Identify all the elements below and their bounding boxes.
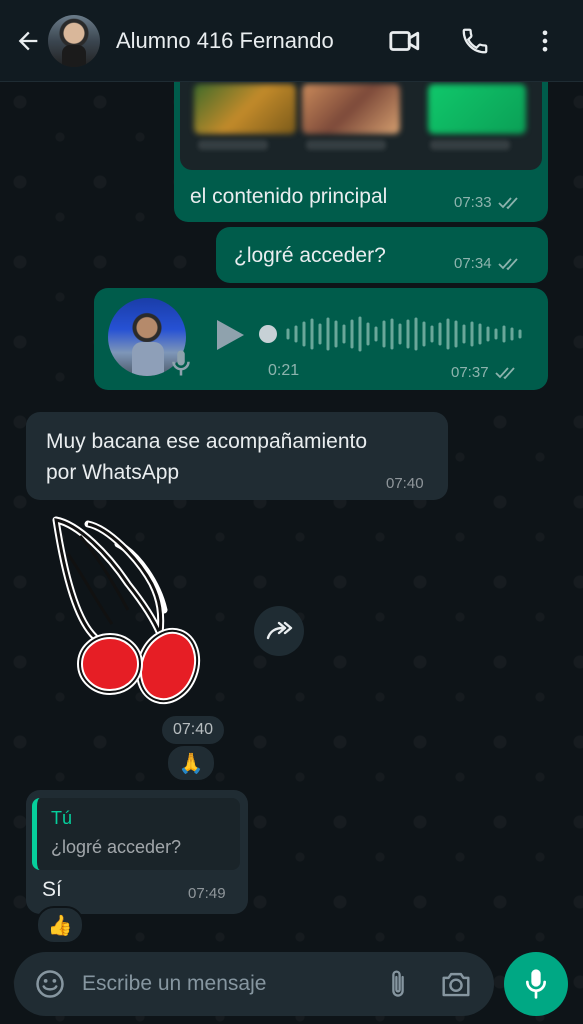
sticker-time-badge: 07:40 bbox=[160, 714, 226, 746]
contact-name[interactable]: Alumno 416 Fernando bbox=[116, 28, 381, 54]
contact-avatar[interactable] bbox=[48, 14, 100, 67]
reaction-emoji: 👍 bbox=[47, 914, 73, 937]
video-call-icon[interactable] bbox=[381, 17, 429, 65]
message-time: 07:49 bbox=[188, 885, 226, 902]
voice-record-button[interactable] bbox=[504, 952, 568, 1016]
quoted-author: Tú bbox=[51, 808, 73, 828]
back-arrow-icon[interactable] bbox=[8, 21, 48, 61]
attach-icon[interactable] bbox=[378, 964, 418, 1004]
message-text-line: Muy bacana ese acompañamiento bbox=[46, 430, 368, 453]
message-time: 07:40 bbox=[172, 721, 214, 738]
reaction-emoji: 🙏 bbox=[178, 752, 204, 775]
message-meta: 07:34 bbox=[454, 255, 522, 272]
message-text-line: por WhatsApp bbox=[46, 461, 180, 484]
double-check-icon bbox=[494, 366, 515, 379]
message-input[interactable] bbox=[82, 964, 378, 1004]
audio-waveform[interactable] bbox=[258, 316, 528, 352]
message-meta: 07:33 bbox=[454, 194, 522, 211]
reaction-badge[interactable]: 👍 bbox=[36, 906, 84, 944]
mic-icon bbox=[170, 348, 192, 383]
praying-hands-sticker[interactable] bbox=[48, 514, 208, 712]
forward-button[interactable] bbox=[254, 606, 304, 656]
message-text: Sí bbox=[42, 878, 62, 901]
forward-icon bbox=[266, 621, 293, 640]
message-composer bbox=[14, 952, 494, 1016]
double-check-icon bbox=[497, 257, 518, 270]
message-time: 07:37 bbox=[451, 364, 489, 381]
message-time: 07:33 bbox=[454, 194, 492, 211]
message-time: 07:34 bbox=[454, 255, 492, 272]
quoted-message[interactable]: Tú ¿logré acceder? bbox=[32, 798, 240, 870]
audio-duration: 0:21 bbox=[268, 362, 300, 379]
mic-icon bbox=[526, 969, 547, 999]
more-vert-icon[interactable] bbox=[521, 17, 569, 65]
chat-header: Alumno 416 Fernando bbox=[0, 0, 583, 82]
double-check-icon bbox=[497, 196, 518, 209]
message-text: Muy bacana ese acompañamiento por WhatsA… bbox=[46, 426, 367, 488]
message-time: 07:40 bbox=[386, 475, 424, 492]
emoji-icon[interactable] bbox=[28, 962, 72, 1006]
message-meta: 07:37 bbox=[451, 364, 519, 381]
message-text: el contenido principal bbox=[190, 185, 388, 208]
reaction-badge[interactable]: 🙏 bbox=[166, 744, 216, 782]
link-preview-image[interactable] bbox=[180, 82, 542, 170]
phone-icon[interactable] bbox=[451, 17, 499, 65]
play-icon[interactable] bbox=[214, 318, 246, 357]
camera-icon[interactable] bbox=[436, 964, 476, 1004]
quoted-text: ¿logré acceder? bbox=[51, 837, 182, 857]
message-text: ¿logré acceder? bbox=[234, 244, 386, 267]
